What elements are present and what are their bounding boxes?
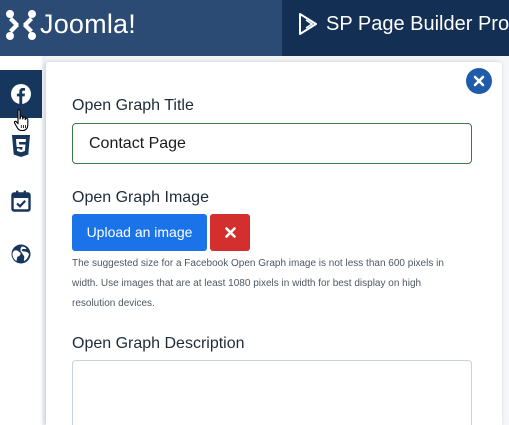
page-title: SP Page Builder Pro - [326,13,509,35]
remove-image-button[interactable] [210,214,250,251]
joomla-logo-icon [6,10,36,40]
facebook-icon [11,84,31,104]
rail-item-schedule[interactable] [0,177,42,225]
page-builder-icon [299,13,317,35]
og-description-textarea[interactable] [72,360,472,425]
upload-image-button[interactable]: Upload an image [72,214,207,251]
og-description-label: Open Graph Description [72,335,245,352]
joomla-brand[interactable]: Joomla! [0,0,282,56]
brand-name: Joomla! [40,8,136,40]
og-title-label: Open Graph Title [72,97,194,114]
top-header: Joomla! SP Page Builder Pro - [0,0,509,56]
og-image-label: Open Graph Image [72,189,209,206]
rail-item-web[interactable] [0,230,42,278]
og-image-help-text: The suggested size for a Facebook Open G… [72,258,444,309]
og-title-input[interactable] [72,123,472,164]
brand-name-text: Joomla! [40,9,136,39]
calendar-check-icon [11,190,31,212]
close-button[interactable] [466,68,492,94]
x-icon [224,227,236,238]
hand-cursor-icon [13,109,29,132]
close-icon [473,75,485,87]
css3-icon [12,135,30,157]
globe-icon [11,244,31,264]
open-graph-settings-panel: Open Graph Title Open Graph Image Upload… [46,62,502,425]
